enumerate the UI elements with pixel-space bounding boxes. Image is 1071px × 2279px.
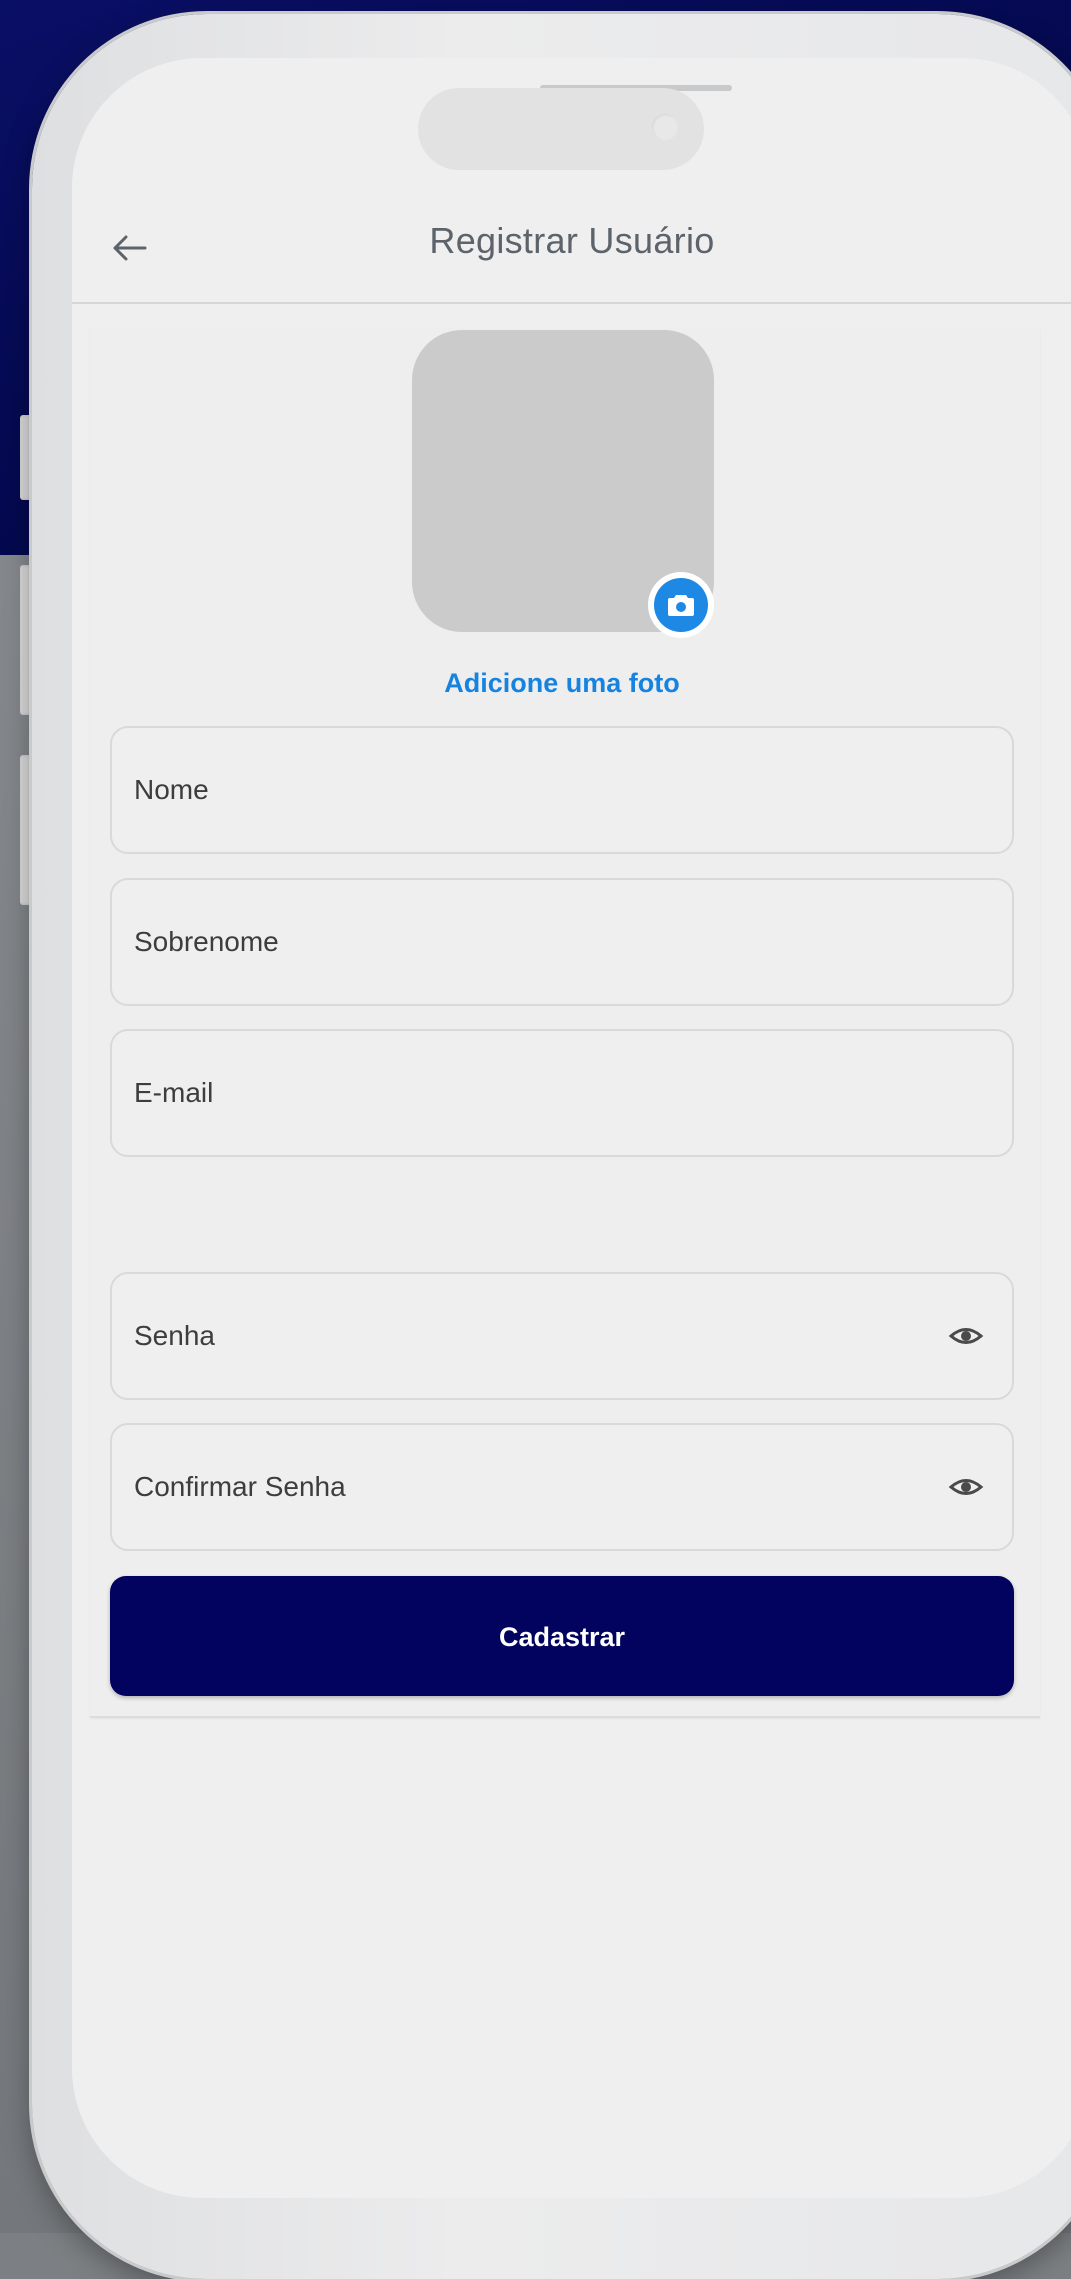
confirm-password-placeholder: Confirmar Senha [134,1471,346,1502]
first-name-placeholder: Nome [134,774,209,805]
camera-icon-circle [654,578,708,632]
eye-icon[interactable] [948,1469,984,1505]
page-title: Registrar Usuário [429,220,715,261]
register-button[interactable]: Cadastrar [110,1576,1014,1696]
confirm-password-field[interactable]: Confirmar Senha [110,1423,1014,1551]
email-field[interactable]: E-mail [110,1029,1014,1157]
password-field[interactable]: Senha [110,1272,1014,1400]
last-name-field[interactable]: Sobrenome [110,878,1014,1006]
app-header: Registrar Usuário [72,198,1071,304]
last-name-placeholder: Sobrenome [134,926,279,957]
phone-screen: Registrar Usuário Adicione uma foto Nome… [72,58,1071,2198]
email-placeholder: E-mail [134,1077,214,1108]
phone-side-button [20,755,32,905]
password-placeholder: Senha [134,1320,215,1351]
phone-side-button [20,565,32,715]
add-photo-link[interactable]: Adicione uma foto [72,668,1052,699]
phone-side-button [20,415,32,500]
eye-icon[interactable] [948,1318,984,1354]
camera-button[interactable] [648,572,714,638]
camera-lens [652,114,678,140]
dynamic-island [418,88,704,170]
camera-icon [668,595,694,616]
first-name-field[interactable]: Nome [110,726,1014,854]
